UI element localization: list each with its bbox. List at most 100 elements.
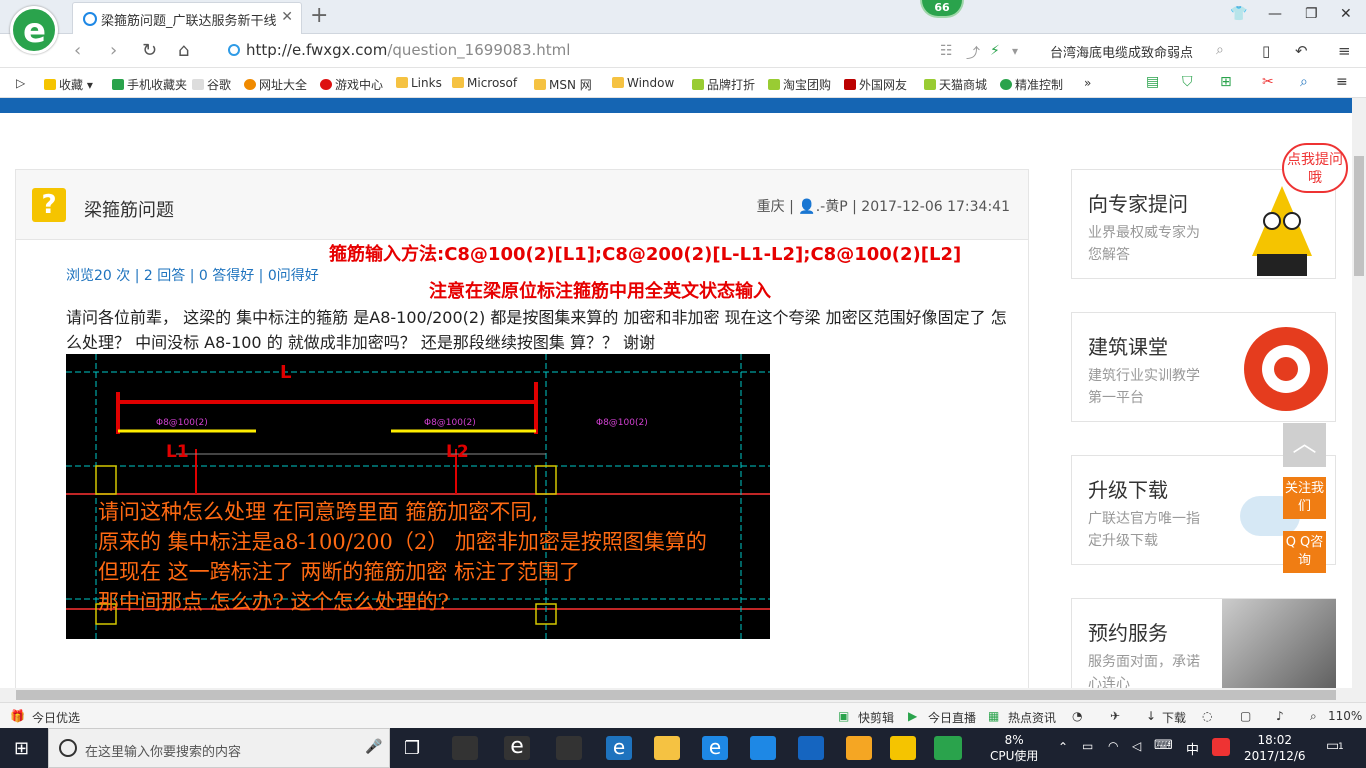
page-title: 梁箍筋问题 [84,200,174,221]
cpu-meter[interactable]: 8% CPU使用 [990,732,1038,764]
status-item[interactable]: 热点资讯 [1008,709,1056,726]
more-menu-icon[interactable]: ≡ [1336,74,1348,90]
shield-icon[interactable]: ⛉ [1182,74,1193,90]
microphone-icon[interactable]: 🎤 [365,739,382,755]
bookmark-folder[interactable]: Links [396,76,442,90]
sidebar-card-appointment[interactable]: 预约服务 服务面对面，承诺心连心 [1071,598,1336,688]
zoom-icon[interactable]: ⌕ [1310,709,1317,724]
sogou-icon[interactable] [1212,738,1230,756]
bookmark-item[interactable]: 收藏 ▾ [44,76,93,93]
phone-icon[interactable]: ▯ [1262,42,1270,60]
new-tab-button[interactable]: + [310,3,328,28]
app-explorer-icon[interactable] [654,736,680,760]
book-icon[interactable]: ▤ [1146,74,1159,90]
search-icon[interactable]: ⌕ [1216,42,1224,58]
forward-icon[interactable]: › [110,40,117,61]
question-user[interactable]: .-黄P [816,199,848,215]
taskbar-clock[interactable]: 18:02 2017/12/6 [1244,732,1306,764]
start-windows-icon[interactable]: ⊞ [14,738,29,759]
close-tab-icon[interactable]: ✕ [281,9,293,25]
bookmark-item[interactable]: 精准控制 [1000,76,1063,93]
status-item[interactable]: 今日直播 [928,709,976,726]
wifi-icon[interactable]: ◠ [1108,739,1118,753]
cpu-label: CPU使用 [990,749,1039,763]
app-g-icon[interactable] [798,736,824,760]
follow-us-button[interactable]: 关注我们 [1283,477,1326,519]
back-icon[interactable]: ‹ [74,40,81,61]
bookmark-item[interactable]: 手机收藏夹 [112,76,187,93]
tab-active[interactable]: 梁箍筋问题_广联达服务新干线 ✕ [72,2,302,34]
red-annotation-2: 注意在梁原位标注箍筋中用全英文状态输入 [429,281,771,302]
vertical-scroll-thumb[interactable] [1354,156,1364,276]
app-edge-icon[interactable]: e [606,736,632,760]
tray-network-icon[interactable]: ▭ [1082,739,1093,753]
taskbar-search[interactable]: 在这里输入你要搜索的内容 🎤 [48,728,390,768]
chevron-down-icon[interactable]: ▾ [1012,44,1018,58]
status-item[interactable]: 下载 [1162,709,1186,726]
more-bookmarks-icon[interactable]: » [1084,76,1091,90]
ask-bubble[interactable]: 点我提问哦 [1282,143,1348,193]
translate-icon[interactable]: ⊞ [1220,74,1232,90]
reader-icon[interactable]: ☷ [940,43,953,59]
shirt-skin-icon[interactable]: 👕 [1230,6,1247,22]
zoom-level[interactable]: 110% [1328,709,1362,723]
pin-icon[interactable]: ✈ [1110,709,1120,723]
bookmark-item[interactable]: 品牌打折 [692,76,755,93]
lightning-icon[interactable]: ⚡ [990,43,1000,59]
browser-status-bar: 🎁 今日优选 ▣ 快剪辑 ▶ 今日直播 ▦ 热点资讯 ◔ ✈ ↓ 下载 ◌ ▢ … [0,702,1366,728]
tab-title: 梁箍筋问题_广联达服务新干线 [101,14,277,29]
bookmark-item[interactable]: 游戏中心 [320,76,383,93]
minimize-button[interactable]: — [1268,6,1282,22]
ime-indicator[interactable]: 中 [1186,739,1199,758]
task-view-icon[interactable]: ❐ [404,738,420,759]
restore-button[interactable]: ❐ [1305,6,1318,22]
app-settings-icon[interactable] [556,736,582,760]
sidebar-card-course[interactable]: 建筑课堂 建筑行业实训教学第一平台 [1071,312,1336,422]
sidebar-toggle-icon[interactable]: ▷ [16,76,25,90]
app-notepad-icon[interactable] [846,736,872,760]
clean-icon[interactable]: ◌ [1202,709,1212,723]
notification-badge[interactable]: 66 [920,0,964,18]
bookmark-item[interactable]: 淘宝团购 [768,76,831,93]
app-blue-icon[interactable] [750,736,776,760]
share-icon[interactable]: ⤴ [966,43,980,63]
home-icon[interactable]: ⌂ [178,40,189,61]
app-ie2-icon[interactable]: e [702,736,728,760]
bookmark-item[interactable]: 网址大全 [244,76,307,93]
tray-chevron-icon[interactable]: ⌃ [1058,740,1068,754]
keyboard-icon[interactable]: ⌨ [1154,738,1173,753]
bookmark-folder[interactable]: MSN 网 [534,76,592,93]
close-window-button[interactable]: ✕ [1340,6,1352,22]
magnifier-icon[interactable]: ⌕ [1300,74,1308,90]
app-fan-icon[interactable] [452,736,478,760]
bookmark-folder[interactable]: Microsof [452,76,517,90]
mute-icon[interactable]: ♪ [1276,709,1284,723]
window-icon[interactable]: ▢ [1240,709,1251,723]
status-today-picks[interactable]: 今日优选 [32,709,80,726]
url-field[interactable]: http://e.fwxgx.com/question_1699083.html [246,41,570,59]
bookmark-item[interactable]: 谷歌 [192,76,231,93]
app-browser-icon[interactable] [934,736,962,760]
undo-icon[interactable]: ↶ [1295,42,1308,60]
horizontal-scrollbar[interactable] [0,688,1366,702]
vertical-scrollbar[interactable] [1352,98,1366,688]
app-question-icon[interactable] [890,736,916,760]
search-input[interactable]: 台湾海底电缆成致命弱点 [1050,42,1193,61]
browser-logo-icon[interactable]: e [10,6,58,54]
refresh-icon[interactable]: ↻ [142,40,157,61]
bookmark-item[interactable]: 外国网友 [844,76,907,93]
app-ie-icon[interactable]: e [504,736,530,760]
bookmark-item[interactable]: 天猫商城 [924,76,987,93]
scissors-icon[interactable]: ✂ [1262,74,1274,90]
back-to-top-button[interactable]: ︿ [1283,423,1326,467]
volume-icon[interactable]: ◁ [1132,739,1141,753]
horizontal-scroll-thumb[interactable] [16,690,1336,700]
cad-drawing-image[interactable]: L L1 L2 Φ8@100(2) Φ8@100(2) Φ8@100(2) 请问… [66,354,770,639]
question-stats[interactable]: 浏览20 次 | 2 回答 | 0 答得好 | 0问得好 [66,265,319,285]
cad-stirrup-tag: Φ8@100(2) [156,418,208,428]
menu-icon[interactable]: ≡ [1338,42,1351,60]
qq-consult-button[interactable]: Q Q咨询 [1283,531,1326,573]
speed-icon[interactable]: ◔ [1072,709,1082,723]
status-item[interactable]: 快剪辑 [858,709,894,726]
bookmark-folder[interactable]: Window [612,76,674,90]
